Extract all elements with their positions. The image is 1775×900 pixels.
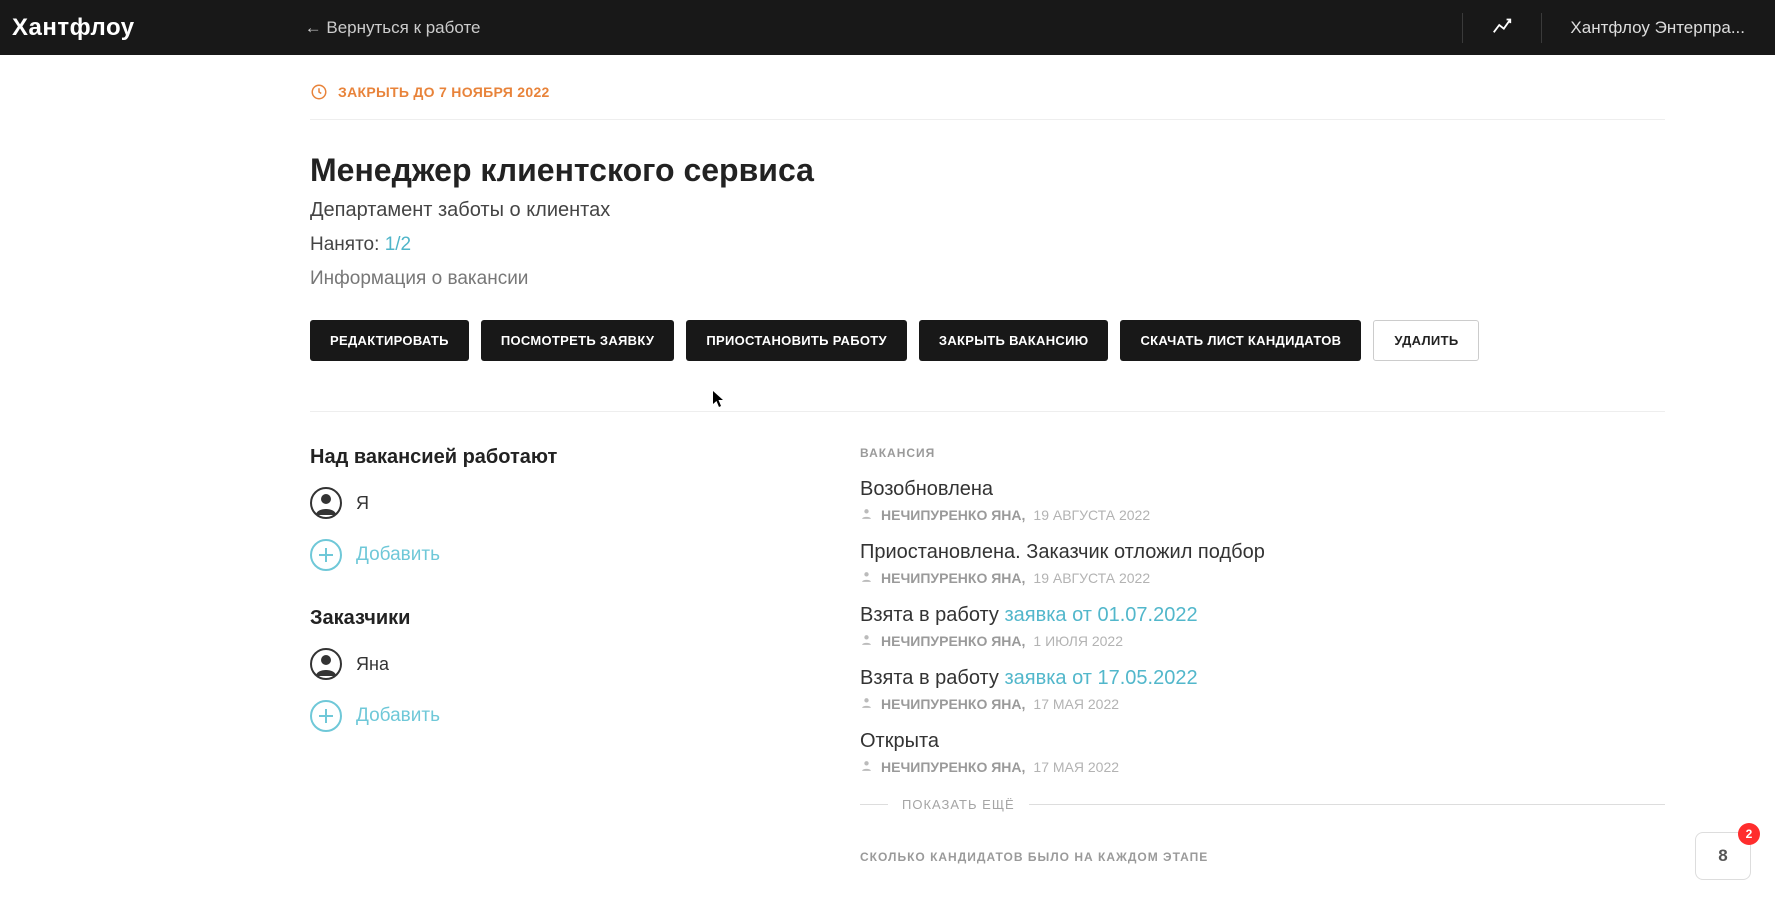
view-request-button[interactable]: ПОСМОТРЕТЬ ЗАЯВКУ (481, 320, 675, 361)
avatar-icon (310, 487, 342, 519)
close-vacancy-button[interactable]: ЗАКРЫТЬ ВАКАНСИЮ (919, 320, 1109, 361)
pause-work-button[interactable]: ПРИОСТАНОВИТЬ РАБОТУ (686, 320, 907, 361)
feed-item-title: Открыта (860, 730, 1665, 753)
feed-item: Взята в работу заявка от 17.05.2022 НЕЧИ… (860, 667, 1665, 712)
feed-item-date: 17 МАЯ 2022 (1033, 696, 1119, 712)
add-customer-button[interactable]: Добавить (310, 700, 790, 732)
feed-item-user: НЕЧИПУРЕНКО ЯНА, (881, 507, 1025, 523)
customer-name: Яна (356, 654, 389, 675)
feed-item-link[interactable]: заявка от 01.07.2022 (1004, 604, 1197, 626)
header-divider (1462, 13, 1463, 43)
user-icon (860, 633, 873, 649)
feed-item-user: НЕЧИПУРЕНКО ЯНА, (881, 696, 1025, 712)
add-assignee-label: Добавить (356, 544, 440, 566)
show-more-button[interactable]: ПОКАЗАТЬ ЕЩЁ (860, 797, 1665, 812)
divider (310, 119, 1665, 120)
feed-item-user: НЕЧИПУРЕНКО ЯНА, (881, 633, 1025, 649)
edit-button[interactable]: РЕДАКТИРОВАТЬ (310, 320, 469, 361)
feed-item-meta: НЕЧИПУРЕНКО ЯНА, 19 АВГУСТА 2022 (860, 507, 1665, 523)
vacancy-info-link[interactable]: Информация о вакансии (310, 268, 1665, 290)
content-area: ЗАКРЫТЬ ДО 7 НОЯБРЯ 2022 Менеджер клиент… (0, 55, 1775, 864)
hired-value[interactable]: 1/2 (385, 234, 411, 255)
feed-item: Взята в работу заявка от 01.07.2022 НЕЧИ… (860, 604, 1665, 649)
feed-item-title: Возобновлена (860, 478, 1665, 501)
add-assignee-button[interactable]: Добавить (310, 539, 790, 571)
avatar-icon (310, 648, 342, 680)
feed-item-text: Взята в работу (860, 604, 999, 626)
feed-item-text: Приостановлена. Заказчик отложил подбор (860, 541, 1265, 563)
feed-item-text: Взята в работу (860, 667, 999, 689)
customers-block: Заказчики Яна (310, 607, 790, 732)
company-switcher[interactable]: Хантфлоу Энтерпра... (1570, 18, 1745, 38)
deadline-text: ЗАКРЫТЬ ДО 7 НОЯБРЯ 2022 (338, 84, 550, 100)
customer-row: Яна (310, 648, 790, 680)
add-customer-label: Добавить (356, 705, 440, 727)
plus-circle-icon (310, 700, 342, 732)
feed-item-date: 1 ИЮЛЯ 2022 (1033, 633, 1123, 649)
user-icon (860, 507, 873, 523)
feed-item-user: НЕЧИПУРЕНКО ЯНА, (881, 759, 1025, 775)
feed-item-meta: НЕЧИПУРЕНКО ЯНА, 1 ИЮЛЯ 2022 (860, 633, 1665, 649)
feed-item-text: Открыта (860, 730, 939, 752)
header-right: Хантфлоу Энтерпра... (1462, 13, 1763, 43)
feed-item: Возобновлена НЕЧИПУРЕНКО ЯНА, 19 АВГУСТА… (860, 478, 1665, 523)
feed-item-title: Приостановлена. Заказчик отложил подбор (860, 541, 1665, 564)
hired-label: Нанято: (310, 234, 379, 255)
lower-columns: Над вакансией работают Я (310, 446, 1665, 864)
notifications-badge: 2 (1738, 823, 1760, 845)
analytics-icon[interactable] (1491, 14, 1513, 41)
logo[interactable]: Хантфлоу (12, 14, 135, 42)
vacancy-header: Менеджер клиентского сервиса Департамент… (310, 152, 1665, 290)
delete-button[interactable]: УДАЛИТЬ (1373, 320, 1479, 361)
left-column: Над вакансией работают Я (310, 446, 790, 864)
stage-funnel-label: СКОЛЬКО КАНДИДАТОВ БЫЛО НА КАЖДОМ ЭТАПЕ (860, 850, 1665, 864)
app-header: Хантфлоу ← Вернуться к работе Хантфлоу Э… (0, 0, 1775, 55)
vacancy-title: Менеджер клиентского сервиса (310, 152, 1665, 189)
back-to-work-link[interactable]: ← Вернуться к работе (305, 18, 481, 38)
header-divider (1541, 13, 1542, 43)
user-icon (860, 570, 873, 586)
divider (310, 411, 1665, 412)
header-left: Хантфлоу ← Вернуться к работе (12, 14, 481, 42)
working-on-title: Над вакансией работают (310, 446, 790, 469)
feed-section-label: ВАКАНСИЯ (860, 446, 1665, 460)
feed-item-link[interactable]: заявка от 17.05.2022 (1004, 667, 1197, 689)
feed-item-title: Взята в работу заявка от 17.05.2022 (860, 667, 1665, 690)
clock-icon (310, 83, 328, 101)
feed-item-date: 19 АВГУСТА 2022 (1033, 570, 1150, 586)
notifications-count: 8 (1718, 846, 1727, 866)
hired-row: Нанято: 1/2 (310, 234, 1665, 256)
customers-title: Заказчики (310, 607, 790, 630)
feed-item-title: Взята в работу заявка от 01.07.2022 (860, 604, 1665, 627)
plus-circle-icon (310, 539, 342, 571)
feed-item-meta: НЕЧИПУРЕНКО ЯНА, 17 МАЯ 2022 (860, 759, 1665, 775)
deadline-banner: ЗАКРЫТЬ ДО 7 НОЯБРЯ 2022 (310, 83, 1665, 101)
feed-item-user: НЕЧИПУРЕНКО ЯНА, (881, 570, 1025, 586)
feed-item: Открыта НЕЧИПУРЕНКО ЯНА, 17 МАЯ 2022 (860, 730, 1665, 775)
feed-item-meta: НЕЧИПУРЕНКО ЯНА, 17 МАЯ 2022 (860, 696, 1665, 712)
feed-item: Приостановлена. Заказчик отложил подбор … (860, 541, 1665, 586)
action-bar: РЕДАКТИРОВАТЬ ПОСМОТРЕТЬ ЗАЯВКУ ПРИОСТАН… (310, 320, 1665, 361)
divider-line (860, 804, 888, 805)
download-candidates-button[interactable]: СКАЧАТЬ ЛИСТ КАНДИДАТОВ (1120, 320, 1361, 361)
feed-item-date: 19 АВГУСТА 2022 (1033, 507, 1150, 523)
feed-item-text: Возобновлена (860, 478, 993, 500)
vacancy-department: Департамент заботы о клиентах (310, 199, 1665, 222)
notifications-bubble[interactable]: 8 2 (1695, 832, 1751, 880)
show-more-label: ПОКАЗАТЬ ЕЩЁ (902, 797, 1015, 812)
user-icon (860, 759, 873, 775)
feed-item-meta: НЕЧИПУРЕНКО ЯНА, 19 АВГУСТА 2022 (860, 570, 1665, 586)
user-icon (860, 696, 873, 712)
feed-item-date: 17 МАЯ 2022 (1033, 759, 1119, 775)
right-column: ВАКАНСИЯ Возобновлена НЕЧИПУРЕНКО ЯНА, 1… (860, 446, 1665, 864)
assignee-row: Я (310, 487, 790, 519)
divider-line (1029, 804, 1665, 805)
assignee-name: Я (356, 493, 369, 514)
